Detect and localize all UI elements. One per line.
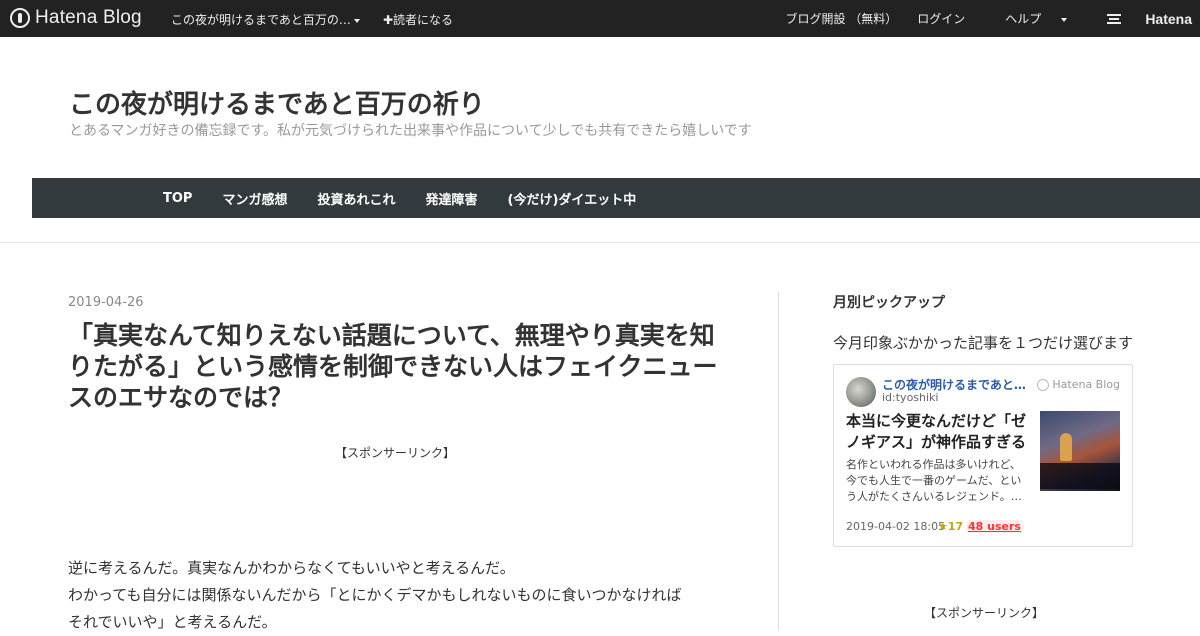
create-blog-link[interactable]: ブログ開設 （無料） bbox=[785, 10, 897, 27]
hatena-logo-text: Hatena bbox=[1145, 10, 1192, 27]
header-divider bbox=[0, 242, 1200, 243]
sidebar-module-title: 月別ピックアップ bbox=[833, 295, 945, 311]
avatar[interactable] bbox=[846, 377, 876, 407]
chevron-down-icon bbox=[1061, 17, 1068, 22]
hatena-logo[interactable]: Hatena bbox=[1087, 11, 1192, 27]
sponsored-label: 【スポンサーリンク】 bbox=[335, 446, 456, 460]
card-service[interactable]: Hatena Blog bbox=[1037, 378, 1120, 391]
entry-title[interactable]: 「真実なんて知りえない話題について、無理やり真実を知りたがる」という感情を制御で… bbox=[68, 320, 718, 413]
card-excerpt: 名作といわれる作品は多いけれど、今でも人生で一番のゲームだ、という人がたくさんい… bbox=[846, 458, 1022, 503]
entry-content: 逆に考えるんだ。真実なんかわからなくてもいいやと考えるんだ。 わかっても自分には… bbox=[68, 555, 748, 636]
nav-item-manga-review[interactable]: マンガ感想 bbox=[222, 189, 287, 208]
global-nav: TOP マンガ感想 投資あれこれ 発達障害 (今だけ)ダイエット中 bbox=[32, 178, 1200, 218]
nav-item-investment[interactable]: 投資あれこれ bbox=[317, 189, 395, 208]
card-service-label: Hatena Blog bbox=[1052, 378, 1120, 391]
site-title[interactable]: この夜が明けるまであと百万の祈り bbox=[69, 84, 485, 121]
help-label: ヘルプ bbox=[1005, 12, 1042, 26]
content-divider bbox=[778, 292, 779, 630]
blog-name-label: この夜が明けるまであと百万の… bbox=[171, 13, 351, 27]
hatena-blog-icon bbox=[1037, 378, 1050, 391]
global-header-right: ブログ開設 （無料） ログイン ヘルプ Hatena bbox=[765, 0, 1192, 37]
hatena-blog-logo[interactable]: Hatena Blog bbox=[10, 7, 142, 29]
nav-list: TOP マンガ感想 投資あれこれ 発達障害 (今だけ)ダイエット中 bbox=[163, 178, 666, 218]
paragraph-line: それでいいや」と考えるんだ。 bbox=[68, 613, 277, 631]
card-thumbnail[interactable] bbox=[1040, 411, 1120, 491]
paragraph-line: 逆に考えるんだ。真実なんかわからなくてもいいやと考えるんだ。 bbox=[68, 559, 515, 577]
help-menu[interactable]: ヘルプ bbox=[985, 10, 1068, 27]
logo-text: Hatena Blog bbox=[35, 7, 142, 28]
nav-item-diet[interactable]: (今だけ)ダイエット中 bbox=[508, 189, 637, 208]
follow-button[interactable]: ✚読者になる bbox=[383, 11, 453, 28]
paragraph-line: わかっても自分には関係ないんだから「とにかくデマかもしれないものに食いつかなけれ… bbox=[68, 586, 682, 604]
nav-item-top[interactable]: TOP bbox=[163, 191, 192, 206]
chevron-down-icon bbox=[353, 18, 360, 23]
site-description: とあるマンガ好きの備忘録です。私が元気づけられた出来事や作品について少しでも共有… bbox=[69, 123, 752, 139]
blog-name-menu[interactable]: この夜が明けるまであと百万の… bbox=[171, 11, 360, 28]
sidebar-module-description: 今月印象ぶかかった記事を１つだけ選びます bbox=[833, 334, 1134, 352]
hatena-blog-logo-icon bbox=[10, 8, 30, 28]
nav-item-developmental-disorder[interactable]: 発達障害 bbox=[425, 189, 477, 208]
blog-embed-card[interactable]: この夜が明けるまであと百万の祈り id:tyoshiki Hatena Blog… bbox=[833, 364, 1133, 547]
card-user-id[interactable]: id:tyoshiki bbox=[882, 391, 938, 404]
card-title[interactable]: 本当に今更なんだけど「ゼノギアス」が神作品すぎる bbox=[846, 411, 1031, 453]
bookmark-users-count[interactable]: 48 users bbox=[967, 520, 1022, 533]
sidebar-sponsored-label: 【スポンサーリンク】 bbox=[924, 606, 1045, 620]
login-link[interactable]: ログイン bbox=[917, 10, 965, 27]
global-header: Hatena Blog この夜が明けるまであと百万の… ✚読者になる ブログ開設… bbox=[0, 0, 1200, 37]
card-date: 2019-04-02 18:05 bbox=[846, 520, 946, 533]
entry-date[interactable]: 2019-04-26 bbox=[68, 295, 144, 310]
hatena-logo-icon bbox=[1107, 13, 1122, 24]
star-count[interactable]: ★17 bbox=[938, 520, 963, 533]
